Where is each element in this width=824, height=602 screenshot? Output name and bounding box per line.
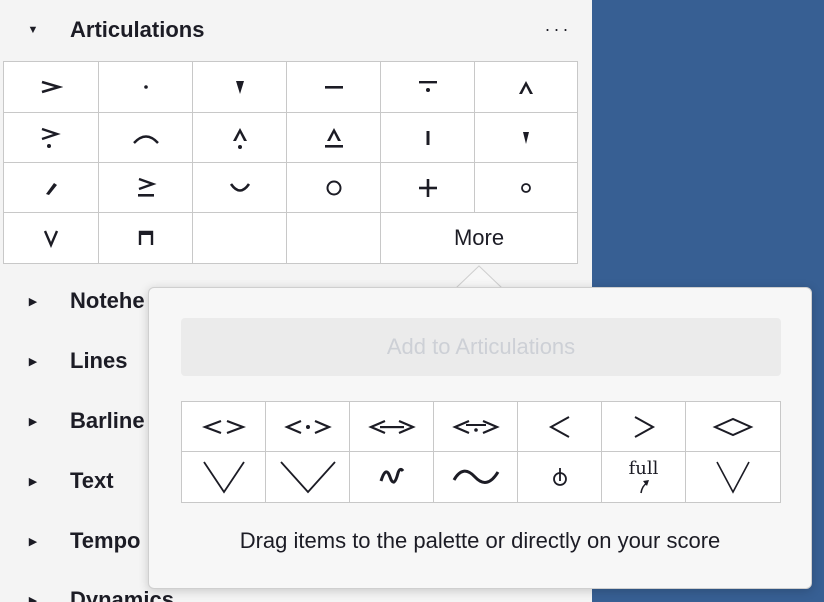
tenuto-icon[interactable]	[287, 62, 381, 113]
accent-staccato-icon[interactable]	[4, 113, 99, 163]
wide-v-icon[interactable]	[182, 452, 266, 502]
section-title: Lines	[70, 348, 128, 373]
soft-accent-icon[interactable]	[193, 163, 287, 213]
empty-cell	[287, 213, 381, 263]
expand-triangle-icon[interactable]: ▶	[26, 295, 40, 308]
messa-di-voce-tenuto-icon[interactable]	[350, 402, 434, 452]
staccatissimo-wedge-icon[interactable]	[193, 62, 287, 113]
staccatissimo-stroke-icon[interactable]	[475, 113, 577, 163]
messa-di-voce-louré-icon[interactable]	[434, 402, 518, 452]
messa-di-voce-staccato-icon[interactable]	[266, 402, 350, 452]
up-bow-icon[interactable]	[4, 213, 99, 263]
more-button[interactable]: More	[381, 213, 577, 263]
slur-above-icon[interactable]	[99, 113, 193, 163]
open-diamond-icon[interactable]	[686, 402, 780, 452]
marcato-tenuto-icon[interactable]	[287, 113, 381, 163]
expand-triangle-icon[interactable]: ▶	[26, 535, 40, 548]
section-title: Articulations	[70, 17, 205, 42]
accent-icon[interactable]	[4, 62, 99, 113]
messa-di-voce-icon[interactable]	[182, 402, 266, 452]
add-to-articulations-button[interactable]: Add to Articulations	[181, 318, 781, 376]
drag-hint-text: Drag items to the palette or directly on…	[239, 528, 721, 553]
decrescendo-hairpin-icon[interactable]	[602, 402, 686, 452]
bend-arrow-icon	[639, 480, 649, 494]
bend-full-label: full	[628, 458, 659, 479]
section-header-articulations[interactable]: ▼ Articulations	[0, 0, 592, 60]
expand-triangle-icon[interactable]: ▶	[26, 475, 40, 488]
section-title: Tempo	[70, 528, 141, 553]
bend-full-icon[interactable]: full	[602, 452, 686, 502]
section-title: Text	[70, 468, 114, 493]
expand-triangle-icon[interactable]: ▶	[26, 415, 40, 428]
collapse-triangle-icon[interactable]: ▼	[26, 24, 40, 36]
more-articulations-popup: Add to Articulations full Drag items to …	[148, 287, 812, 589]
empty-cell	[193, 213, 287, 263]
section-title: Dynamics	[70, 587, 174, 602]
more-options-icon[interactable]: ···	[540, 18, 576, 42]
louré-icon[interactable]	[381, 62, 475, 113]
long-wiggle-icon[interactable]	[434, 452, 518, 502]
marcato-staccato-icon[interactable]	[193, 113, 287, 163]
short-wiggle-icon[interactable]	[350, 452, 434, 502]
harmonic-icon[interactable]	[287, 163, 381, 213]
snap-pizzicato-icon[interactable]	[475, 163, 577, 213]
expand-triangle-icon[interactable]: ▶	[26, 355, 40, 368]
narrow-v-icon[interactable]	[686, 452, 780, 502]
section-title: Notehe	[70, 288, 145, 313]
thumb-position-icon[interactable]	[518, 452, 602, 502]
marcato-icon[interactable]	[475, 62, 577, 113]
more-articulations-grid: full	[181, 401, 781, 503]
articulations-grid: More	[3, 61, 578, 264]
tenuto-accent-icon[interactable]	[99, 163, 193, 213]
popup-pointer-icon	[456, 265, 502, 289]
down-bow-icon[interactable]	[99, 213, 193, 263]
left-hand-pizzicato-icon[interactable]	[381, 163, 475, 213]
staccatissimo-icon[interactable]	[4, 163, 99, 213]
stroke-icon[interactable]	[381, 113, 475, 163]
section-title: Barline	[70, 408, 145, 433]
wider-v-icon[interactable]	[266, 452, 350, 502]
crescendo-hairpin-icon[interactable]	[518, 402, 602, 452]
staccato-icon[interactable]	[99, 62, 193, 113]
expand-triangle-icon[interactable]: ▶	[26, 594, 40, 602]
